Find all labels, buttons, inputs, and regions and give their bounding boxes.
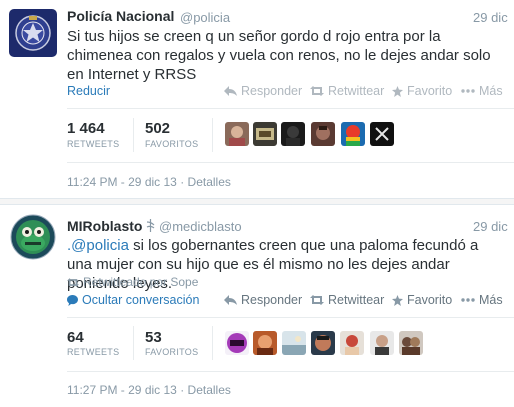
retweeter-avatar[interactable] [370,331,394,355]
retweets-count[interactable]: 1 464 [67,120,105,137]
meta-separator: · [180,175,188,189]
favorite-label: Favorito [407,293,453,307]
stat-divider [212,118,213,152]
retweet-small-icon [67,277,79,287]
details-link[interactable]: Detalles [188,175,231,189]
author-name[interactable]: Policía Nacional [67,8,174,24]
reply-label: Responder [241,84,303,98]
retweeted-by-label: Retwitteado por Sope [83,275,199,289]
author-handle[interactable]: @policia [180,10,230,25]
hide-conversation-label: Ocultar conversación [82,293,200,307]
retweeted-by[interactable]: Retwitteado por Sope [67,275,198,289]
reply-button[interactable]: Responder [224,293,302,307]
favorites-label: FAVORITOS [145,139,199,149]
more-button[interactable]: Más [461,293,503,307]
tweet-policia: Policía Nacional @policia 29 dic Si tus … [0,0,514,198]
favorite-button[interactable]: Favorito [392,84,452,98]
favorite-button[interactable]: Favorito [392,293,452,307]
retweeter-avatar[interactable] [253,122,277,146]
retweets-count[interactable]: 64 [67,329,84,346]
verified-icon [146,219,155,237]
retweet-label: Retwittear [328,293,385,307]
tweet-meta: 11:24 PM - 29 dic 13 · Detalles [67,175,231,189]
divider [67,371,514,372]
retweets-label: RETWEETS [67,347,120,357]
tweet-timestamp[interactable]: 11:27 PM - 29 dic 13 [67,383,177,397]
retweet-label: Retwittear [328,84,385,98]
divider [67,162,514,163]
retweeter-avatar[interactable] [253,331,277,355]
stat-divider [133,118,134,152]
tweet-meta: 11:27 PM - 29 dic 13 · Detalles [67,383,231,397]
more-label: Más [479,84,503,98]
tweet-date[interactable]: 29 dic [473,10,508,25]
police-badge-avatar[interactable] [9,9,57,57]
tweet-timestamp[interactable]: 11:24 PM - 29 dic 13 [67,175,177,189]
favorites-label: FAVORITOS [145,347,199,357]
retweeter-avatar[interactable] [340,331,364,355]
tweet-date[interactable]: 29 dic [473,219,508,234]
tweet-text: Si tus hijos se creen q un señor gordo d… [67,28,491,83]
retweet-icon [310,86,324,96]
retweeter-avatar[interactable] [341,122,365,146]
meta-separator: · [180,383,188,397]
retweet-button[interactable]: Retwittear [310,293,384,307]
star-icon [392,294,403,306]
more-dots-icon [461,89,475,93]
reply-label: Responder [241,293,303,307]
divider [67,108,514,109]
stat-divider [212,326,213,360]
robot-avatar[interactable] [9,213,57,261]
retweets-label: RETWEETS [67,139,120,149]
retweet-button[interactable]: Retwittear [310,84,384,98]
author-handle[interactable]: @medicblasto [159,219,242,234]
author-name[interactable]: MIRoblasto [67,218,142,234]
retweeter-avatar[interactable] [370,122,394,146]
more-button[interactable]: Más [461,84,503,98]
details-link[interactable]: Detalles [188,383,231,397]
star-icon [392,85,403,97]
retweeter-avatar[interactable] [281,122,305,146]
divider [67,317,514,318]
reply-icon [224,86,237,96]
conversation-icon [67,294,78,306]
more-label: Más [479,293,503,307]
retweet-icon [310,295,324,305]
reply-icon [224,295,237,305]
retweeter-avatar[interactable] [225,331,249,355]
favorite-label: Favorito [407,84,453,98]
tweet-separator [0,198,514,205]
retweeter-avatar[interactable] [311,331,335,355]
retweeter-avatar[interactable] [399,331,423,355]
favorites-count[interactable]: 502 [145,120,170,137]
collapse-link[interactable]: Reducir [67,84,110,98]
retweeter-avatar[interactable] [225,122,249,146]
mention-link[interactable]: .@policia [67,237,129,254]
retweeter-avatar[interactable] [311,122,335,146]
reply-button[interactable]: Responder [224,84,302,98]
more-dots-icon [461,298,475,302]
stat-divider [133,326,134,360]
favorites-count[interactable]: 53 [145,329,162,346]
hide-conversation-link[interactable]: Ocultar conversación [67,293,199,307]
retweeter-avatar[interactable] [282,331,306,355]
